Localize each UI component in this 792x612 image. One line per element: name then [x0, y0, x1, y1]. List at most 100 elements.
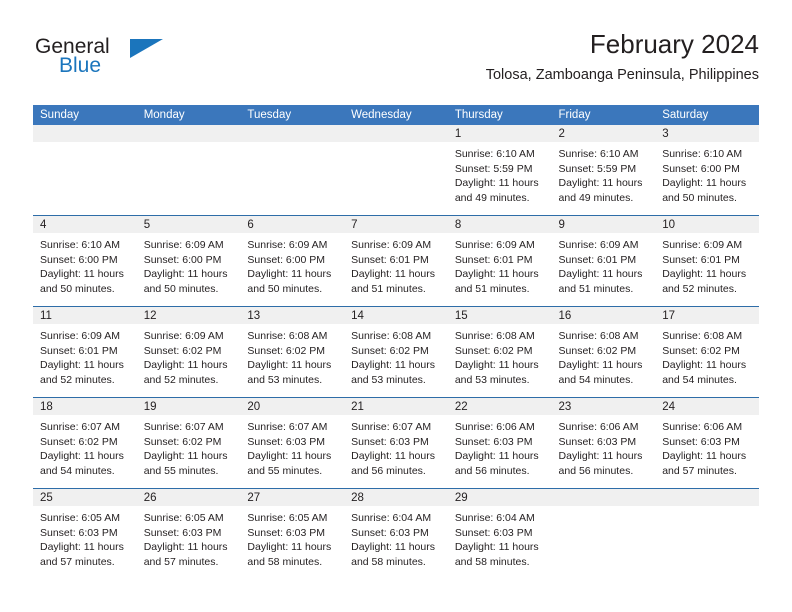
calendar-day-cell[interactable]: 11 Sunrise: 6:09 AM Sunset: 6:01 PM Dayligh…	[33, 306, 137, 398]
daylight-text-line2: and 58 minutes.	[247, 555, 323, 568]
day-cell-content: 26 Sunrise: 6:05 AM Sunset: 6:03 PM Dayligh…	[136, 489, 241, 579]
calendar-day-cell[interactable]: 24 Sunrise: 6:06 AM Sunset: 6:03 PM Dayligh…	[655, 397, 759, 489]
calendar-day-cell[interactable]: 3 Sunrise: 6:10 AM Sunset: 6:00 PM Daylight…	[655, 125, 759, 216]
calendar-day-cell[interactable]: 21 Sunrise: 6:07 AM Sunset: 6:03 PM Dayligh…	[344, 397, 448, 489]
calendar-day-cell[interactable]: 19 Sunrise: 6:07 AM Sunset: 6:02 PM Dayligh…	[136, 397, 241, 489]
day-sun-info: Sunrise: 6:10 AM Sunset: 6:00 PM Daylight:…	[33, 233, 137, 296]
sunrise-text: Sunrise: 6:09 AM	[454, 239, 535, 251]
day-cell-content: 3 Sunrise: 6:10 AM Sunset: 6:00 PM Daylight…	[655, 125, 759, 215]
calendar-day-cell[interactable]: 12 Sunrise: 6:09 AM Sunset: 6:02 PM Dayligh…	[136, 306, 241, 398]
daylight-text-line1: Daylight: 11 hours	[143, 359, 228, 371]
day-number: 20	[240, 398, 345, 415]
sunrise-text: Sunrise: 6:09 AM	[143, 239, 224, 251]
daylight-text-line1: Daylight: 11 hours	[40, 268, 124, 280]
calendar-day-cell[interactable]: 5 Sunrise: 6:09 AM Sunset: 6:00 PM Daylight…	[136, 215, 241, 307]
calendar-day-cell[interactable]: 27 Sunrise: 6:05 AM Sunset: 6:03 PM Dayligh…	[240, 488, 345, 579]
sunrise-text: Sunrise: 6:09 AM	[247, 239, 328, 251]
day-number	[551, 489, 656, 506]
day-cell-content: 28 Sunrise: 6:04 AM Sunset: 6:03 PM Dayligh…	[344, 489, 448, 579]
calendar-day-cell[interactable]	[240, 125, 345, 216]
sunrise-text: Sunrise: 6:09 AM	[40, 330, 120, 342]
day-number: 18	[33, 398, 137, 415]
daylight-text-line2: and 56 minutes.	[454, 464, 530, 477]
day-number: 10	[655, 216, 759, 233]
sunrise-text: Sunrise: 6:07 AM	[40, 421, 120, 433]
calendar-day-cell[interactable]	[551, 488, 656, 579]
page-subtitle: Tolosa, Zamboanga Peninsula, Philippines	[485, 67, 759, 83]
calendar-day-cell[interactable]	[33, 125, 137, 216]
sunset-text: Sunset: 6:03 PM	[454, 435, 533, 448]
day-number: 13	[240, 307, 345, 324]
calendar-day-cell[interactable]: 22 Sunrise: 6:06 AM Sunset: 6:03 PM Dayligh…	[447, 397, 552, 489]
daylight-text-line2: and 53 minutes.	[351, 373, 426, 386]
day-number: 17	[655, 307, 759, 324]
day-cell-content: 24 Sunrise: 6:06 AM Sunset: 6:03 PM Dayligh…	[655, 398, 759, 488]
calendar-day-cell[interactable]: 7 Sunrise: 6:09 AM Sunset: 6:01 PM Daylight…	[344, 215, 448, 307]
day-sun-info: Sunrise: 6:10 AM Sunset: 5:59 PM Daylight:…	[448, 142, 552, 205]
sunrise-text: Sunrise: 6:09 AM	[351, 239, 432, 251]
day-number: 3	[655, 125, 759, 142]
sunset-text: Sunset: 6:03 PM	[662, 435, 740, 448]
daylight-text-line2: and 51 minutes.	[351, 282, 426, 295]
calendar-day-cell[interactable]: 29 Sunrise: 6:04 AM Sunset: 6:03 PM Dayligh…	[447, 488, 552, 579]
calendar-day-cell[interactable]: 9 Sunrise: 6:09 AM Sunset: 6:01 PM Daylight…	[551, 215, 656, 307]
day-number: 19	[136, 398, 241, 415]
calendar-day-cell[interactable]: 16 Sunrise: 6:08 AM Sunset: 6:02 PM Dayligh…	[551, 306, 656, 398]
calendar-day-cell[interactable]: 20 Sunrise: 6:07 AM Sunset: 6:03 PM Dayligh…	[240, 397, 345, 489]
daylight-text-line1: Daylight: 11 hours	[247, 268, 332, 280]
sunset-text: Sunset: 6:01 PM	[662, 253, 740, 266]
daylight-text-line1: Daylight: 11 hours	[40, 359, 124, 371]
calendar-day-cell[interactable]: 2 Sunrise: 6:10 AM Sunset: 5:59 PM Daylight…	[551, 125, 656, 216]
calendar-day-cell[interactable]: 14 Sunrise: 6:08 AM Sunset: 6:02 PM Dayligh…	[344, 306, 448, 398]
calendar-day-cell[interactable]: 15 Sunrise: 6:08 AM Sunset: 6:02 PM Dayligh…	[447, 306, 552, 398]
day-cell-content	[344, 125, 448, 215]
calendar-day-cell[interactable]: 8 Sunrise: 6:09 AM Sunset: 6:01 PM Daylight…	[447, 215, 552, 307]
day-sun-info: Sunrise: 6:08 AM Sunset: 6:02 PM Daylight:…	[344, 324, 448, 387]
calendar-day-cell[interactable]	[344, 125, 448, 216]
calendar-day-cell[interactable]: 10 Sunrise: 6:09 AM Sunset: 6:01 PM Dayligh…	[655, 215, 759, 307]
day-sun-info: Sunrise: 6:10 AM Sunset: 6:00 PM Daylight:…	[655, 142, 759, 205]
sunrise-text: Sunrise: 6:09 AM	[662, 239, 743, 251]
day-number	[655, 489, 759, 506]
sunrise-text: Sunrise: 6:05 AM	[247, 512, 328, 524]
calendar-day-cell[interactable]: 13 Sunrise: 6:08 AM Sunset: 6:02 PM Dayligh…	[240, 306, 345, 398]
day-number: 22	[447, 398, 552, 415]
calendar-day-cell[interactable]: 1 Sunrise: 6:10 AM Sunset: 5:59 PM Daylight…	[447, 125, 552, 216]
weekday-header-wednesday: Wednesday	[344, 105, 448, 125]
day-number	[136, 125, 241, 142]
sunset-text: Sunset: 6:03 PM	[351, 526, 429, 539]
sunset-text: Sunset: 6:01 PM	[558, 253, 637, 266]
weekday-header-saturday: Saturday	[655, 105, 759, 125]
calendar-day-cell[interactable]: 28 Sunrise: 6:04 AM Sunset: 6:03 PM Dayligh…	[344, 488, 448, 579]
calendar-day-cell[interactable]: 26 Sunrise: 6:05 AM Sunset: 6:03 PM Dayligh…	[136, 488, 241, 579]
calendar-day-cell[interactable]: 25 Sunrise: 6:05 AM Sunset: 6:03 PM Dayligh…	[33, 488, 137, 579]
daylight-text-line2: and 50 minutes.	[143, 282, 219, 295]
day-cell-content	[655, 489, 759, 579]
sunset-text: Sunset: 6:03 PM	[40, 526, 118, 539]
calendar-day-cell[interactable]	[655, 488, 759, 579]
calendar-day-cell[interactable]: 23 Sunrise: 6:06 AM Sunset: 6:03 PM Dayligh…	[551, 397, 656, 489]
daylight-text-line1: Daylight: 11 hours	[662, 359, 747, 371]
brand-logo[interactable]: General Blue	[35, 36, 195, 90]
day-cell-content: 16 Sunrise: 6:08 AM Sunset: 6:02 PM Dayligh…	[551, 307, 656, 397]
daylight-text-line2: and 51 minutes.	[454, 282, 530, 295]
sunrise-text: Sunrise: 6:06 AM	[662, 421, 743, 433]
day-number	[33, 125, 137, 142]
sunset-text: Sunset: 6:01 PM	[40, 344, 118, 357]
day-sun-info: Sunrise: 6:09 AM Sunset: 6:01 PM Daylight:…	[33, 324, 137, 387]
daylight-text-line1: Daylight: 11 hours	[247, 359, 332, 371]
calendar-day-cell[interactable]: 4 Sunrise: 6:10 AM Sunset: 6:00 PM Daylight…	[33, 215, 137, 307]
daylight-text-line1: Daylight: 11 hours	[454, 541, 539, 553]
day-sun-info: Sunrise: 6:09 AM Sunset: 6:01 PM Daylight:…	[344, 233, 448, 296]
calendar-day-cell[interactable]: 18 Sunrise: 6:07 AM Sunset: 6:02 PM Dayligh…	[33, 397, 137, 489]
calendar-day-cell[interactable]: 17 Sunrise: 6:08 AM Sunset: 6:02 PM Dayligh…	[655, 306, 759, 398]
calendar-day-cell[interactable]: 6 Sunrise: 6:09 AM Sunset: 6:00 PM Daylight…	[240, 215, 345, 307]
daylight-text-line2: and 50 minutes.	[40, 282, 115, 295]
flag-triangle-icon	[130, 39, 163, 58]
day-cell-content: 14 Sunrise: 6:08 AM Sunset: 6:02 PM Dayligh…	[344, 307, 448, 397]
day-sun-info: Sunrise: 6:07 AM Sunset: 6:03 PM Daylight:…	[240, 415, 344, 478]
calendar-day-cell[interactable]	[136, 125, 241, 216]
day-cell-content	[551, 489, 656, 579]
daylight-text-line2: and 54 minutes.	[40, 464, 115, 477]
day-cell-content: 1 Sunrise: 6:10 AM Sunset: 5:59 PM Daylight…	[447, 125, 552, 215]
